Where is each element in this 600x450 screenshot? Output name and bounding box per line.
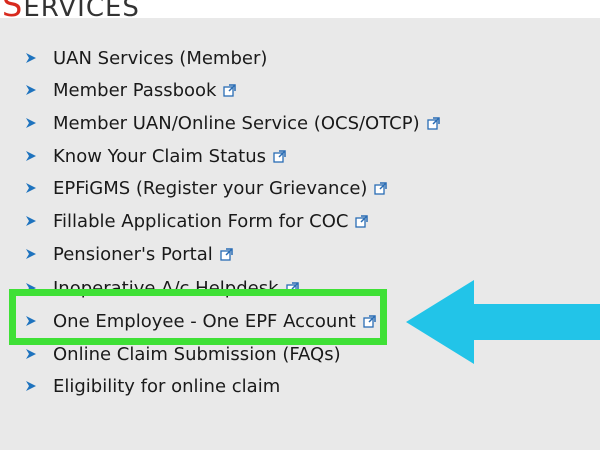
arrow-bullet-icon (26, 283, 36, 293)
service-link-know-claim-status[interactable]: Know Your Claim Status (53, 145, 286, 169)
external-link-icon (426, 117, 440, 130)
external-link-icon (355, 215, 369, 228)
service-link-online-claim-faqs[interactable]: Online Claim Submission (FAQs) (53, 343, 341, 367)
service-link-one-employee-one-epf[interactable]: One Employee - One EPF Account (53, 310, 376, 334)
service-link-member-uan-online[interactable]: Member UAN/Online Service (OCS/OTCP) (53, 112, 440, 136)
service-link-eligibility-online-claim[interactable]: Eligibility for online claim (53, 375, 280, 399)
arrow-bullet-icon (26, 183, 36, 193)
external-link-icon (223, 84, 237, 97)
arrow-bullet-icon (26, 249, 36, 259)
service-label-member-passbook: Member Passbook (53, 80, 217, 101)
external-link-icon (285, 282, 299, 295)
services-panel: UAN Services (Member) Member Passbook Me… (0, 18, 600, 450)
external-link-icon (273, 150, 286, 163)
external-link-icon (374, 182, 388, 195)
service-link-inoperative-helpdesk[interactable]: Inoperative A/c Helpdesk (53, 277, 299, 301)
arrow-bullet-icon (26, 316, 36, 326)
services-header: SERVICES (0, 0, 600, 18)
services-title: SERVICES (2, 0, 140, 18)
service-label-epfigms: EPFiGMS (Register your Grievance) (53, 178, 368, 199)
arrow-bullet-icon (26, 349, 36, 359)
services-title-rest: ERVICES (23, 0, 140, 18)
services-title-first-letter: S (2, 0, 23, 18)
service-link-pensioners-portal[interactable]: Pensioner's Portal (53, 243, 233, 267)
service-link-fillable-coc[interactable]: Fillable Application Form for COC (53, 210, 369, 234)
service-label-member-uan-online: Member UAN/Online Service (OCS/OTCP) (53, 113, 420, 134)
service-label-one-employee-one-epf: One Employee - One EPF Account (53, 311, 356, 332)
service-link-uan-services[interactable]: UAN Services (Member) (53, 47, 267, 71)
arrow-bullet-icon (26, 216, 36, 226)
arrow-bullet-icon (26, 381, 36, 391)
service-label-know-claim-status: Know Your Claim Status (53, 146, 267, 167)
arrow-bullet-icon (26, 53, 36, 63)
external-link-icon (363, 315, 376, 328)
arrow-bullet-icon (26, 151, 36, 161)
arrow-bullet-icon (26, 118, 36, 128)
external-link-icon (220, 248, 233, 261)
service-label-pensioners-portal: Pensioner's Portal (53, 244, 213, 265)
service-link-member-passbook[interactable]: Member Passbook (53, 79, 237, 103)
service-link-epfigms[interactable]: EPFiGMS (Register your Grievance) (53, 177, 388, 201)
service-label-fillable-coc: Fillable Application Form for COC (53, 211, 349, 232)
arrow-bullet-icon (26, 85, 36, 95)
service-label-inoperative-helpdesk: Inoperative A/c Helpdesk (53, 278, 279, 299)
